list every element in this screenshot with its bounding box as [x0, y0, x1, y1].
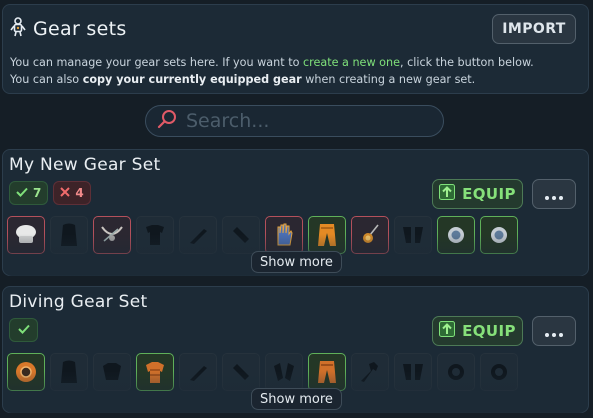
- gear-slot-neck[interactable]: [93, 353, 131, 391]
- gear-slot-neck[interactable]: [93, 216, 131, 254]
- import-button[interactable]: IMPORT: [492, 14, 576, 44]
- gear-slot-offhand[interactable]: [222, 216, 260, 254]
- boots-silhouette-icon: [403, 364, 423, 380]
- gear-slots: [7, 216, 518, 254]
- boots-silhouette-icon: [403, 227, 423, 243]
- gear-slots: [7, 353, 518, 391]
- ring-icon: [491, 227, 507, 243]
- cape-silhouette-icon: [61, 223, 77, 246]
- desc-text: You can also: [10, 73, 83, 86]
- status-badges: 7 4: [9, 181, 91, 205]
- equip-label: EQUIP: [462, 322, 516, 340]
- page-title: Gear sets: [33, 18, 127, 40]
- glove-icon: [277, 223, 293, 246]
- more-options-button[interactable]: [532, 316, 576, 346]
- check-icon: [16, 186, 28, 200]
- gear-slot-hands[interactable]: [265, 353, 303, 391]
- gear-slot-cape[interactable]: [50, 216, 88, 254]
- gear-slot-ring-1[interactable]: [437, 353, 475, 391]
- diving-suit-body-icon: [146, 362, 164, 383]
- gear-slot-cape[interactable]: [50, 353, 88, 391]
- gear-slot-feet[interactable]: [394, 353, 432, 391]
- gear-slot-ring[interactable]: [351, 353, 389, 391]
- search-icon: [156, 108, 178, 134]
- owned-count-badge: 7: [9, 181, 49, 205]
- gear-slot-offhand[interactable]: [222, 353, 260, 391]
- cross-icon: [60, 186, 71, 200]
- owned-count: 7: [33, 186, 42, 200]
- gear-set-name: Diving Gear Set: [9, 292, 148, 312]
- ring-silhouette-icon: [491, 364, 507, 380]
- gear-slot-ring-1[interactable]: [437, 216, 475, 254]
- orange-pants-icon: [318, 361, 336, 383]
- gear-slot-weapon[interactable]: [179, 353, 217, 391]
- gear-slot-ring[interactable]: [351, 216, 389, 254]
- show-more-button[interactable]: Show more: [251, 251, 342, 273]
- gear-set-name: My New Gear Set: [9, 155, 161, 175]
- status-badges: [9, 318, 38, 342]
- gear-slot-legs[interactable]: [308, 353, 346, 391]
- owned-badge: [9, 318, 38, 342]
- desc-text: You can manage your gear sets here. If y…: [10, 56, 303, 69]
- cape-silhouette-icon: [61, 360, 77, 383]
- gear-slot-ring-2[interactable]: [480, 353, 518, 391]
- diving-suit-icon: [9, 17, 27, 41]
- header-panel: Gear sets IMPORT You can manage your gea…: [2, 4, 589, 94]
- equip-arrow-icon: [439, 184, 456, 204]
- gear-slot-head[interactable]: [7, 216, 45, 254]
- gear-slot-weapon[interactable]: [179, 216, 217, 254]
- more-options-button[interactable]: [532, 179, 576, 209]
- ellipsis-icon: [545, 322, 563, 341]
- gear-slot-body[interactable]: [136, 216, 174, 254]
- gear-slot-head[interactable]: [7, 353, 45, 391]
- desc-text: when creating a new gear set.: [301, 73, 476, 86]
- missing-count-badge: 4: [53, 181, 91, 205]
- orange-pants-icon: [318, 224, 336, 246]
- search-input[interactable]: [186, 110, 426, 132]
- gloves-silhouette-icon: [274, 363, 294, 381]
- offhand-silhouette-icon: [233, 227, 249, 243]
- gear-slot-legs[interactable]: [308, 216, 346, 254]
- gear-slot-ring-2[interactable]: [480, 216, 518, 254]
- weapon-silhouette-icon: [190, 366, 207, 381]
- equip-label: EQUIP: [462, 185, 516, 203]
- gear-slot-hands[interactable]: [265, 216, 303, 254]
- gear-slot-feet[interactable]: [394, 216, 432, 254]
- offhand-silhouette-icon: [233, 364, 249, 380]
- description-text: You can manage your gear sets here. If y…: [10, 54, 534, 88]
- amulet-icon: [363, 224, 379, 243]
- weapon-silhouette-icon: [190, 229, 207, 244]
- search-bar[interactable]: [145, 105, 444, 137]
- ring-icon: [448, 227, 464, 243]
- title-row: Gear sets: [9, 17, 127, 41]
- gear-set-card: My New Gear Set 7 4 EQUIP Show more: [2, 149, 589, 276]
- neck-silhouette-icon: [103, 363, 121, 380]
- check-icon: [17, 323, 30, 337]
- ring-silhouette-icon: [448, 364, 464, 380]
- copy-equipped-text: copy your currently equipped gear: [82, 73, 302, 86]
- gear-set-card: Diving Gear Set EQUIP Show more: [2, 286, 589, 413]
- missing-count: 4: [75, 186, 84, 200]
- body-silhouette-icon: [146, 225, 164, 245]
- gear-slot-body[interactable]: [136, 353, 174, 391]
- desc-text: , click the button below.: [399, 56, 534, 69]
- diving-helmet-icon: [16, 362, 36, 382]
- chef-hat-icon: [16, 225, 36, 243]
- necklace-icon: [101, 226, 123, 242]
- create-new-link[interactable]: create a new one: [303, 56, 400, 69]
- equip-button[interactable]: EQUIP: [432, 179, 523, 209]
- tool-silhouette-icon: [361, 362, 378, 382]
- show-more-button[interactable]: Show more: [251, 388, 342, 410]
- equip-button[interactable]: EQUIP: [432, 316, 523, 346]
- equip-arrow-icon: [439, 321, 456, 341]
- ellipsis-icon: [545, 185, 563, 204]
